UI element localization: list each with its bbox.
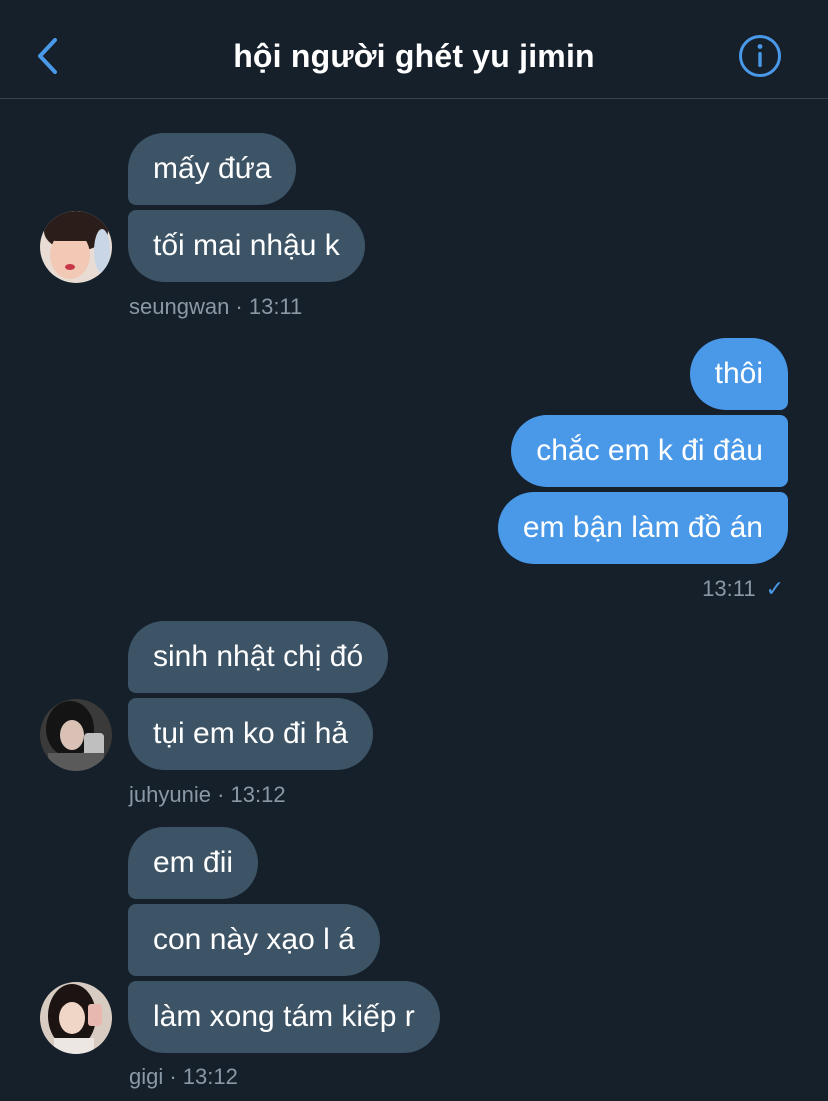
outgoing-message-bubble[interactable]: em bận làm đồ án [497, 492, 788, 564]
conversation-title: hội người ghét yu jimin [233, 38, 595, 74]
avatar-juhyunie[interactable] [40, 699, 112, 771]
info-button[interactable] [738, 34, 782, 78]
incoming-message-bubble[interactable]: mấy đứa [128, 133, 297, 205]
sent-check-icon: ✓ [765, 576, 784, 601]
message-meta: juhyunie · 13:12 [129, 782, 286, 807]
incoming-message-bubble[interactable]: làm xong tám kiếp r [128, 981, 440, 1053]
message-status: 13:11 ✓ [702, 575, 784, 603]
incoming-message-bubble[interactable]: tối mai nhậu k [128, 210, 365, 282]
avatar-seungwan[interactable] [40, 211, 112, 283]
avatar-photo [40, 699, 112, 771]
avatar-photo [40, 982, 112, 1054]
incoming-message-bubble[interactable]: con này xạo l á [128, 904, 380, 976]
outgoing-message-bubble[interactable]: chắc em k đi đâu [511, 415, 788, 487]
avatar-photo [40, 211, 112, 283]
message-meta: gigi · 13:12 [129, 1064, 238, 1089]
conversation-header: hội người ghét yu jimin [0, 0, 828, 99]
incoming-message-bubble[interactable]: tụi em ko đi hả [128, 698, 374, 770]
incoming-message-bubble[interactable]: em đii [128, 827, 259, 899]
message-meta: seungwan · 13:11 [129, 294, 303, 319]
avatar-gigi[interactable] [40, 982, 112, 1054]
message-time: 13:11 [702, 576, 756, 601]
outgoing-message-bubble[interactable]: thôi [689, 338, 788, 410]
incoming-message-bubble[interactable]: sinh nhật chị đó [128, 621, 389, 693]
info-circle-icon [739, 35, 781, 77]
